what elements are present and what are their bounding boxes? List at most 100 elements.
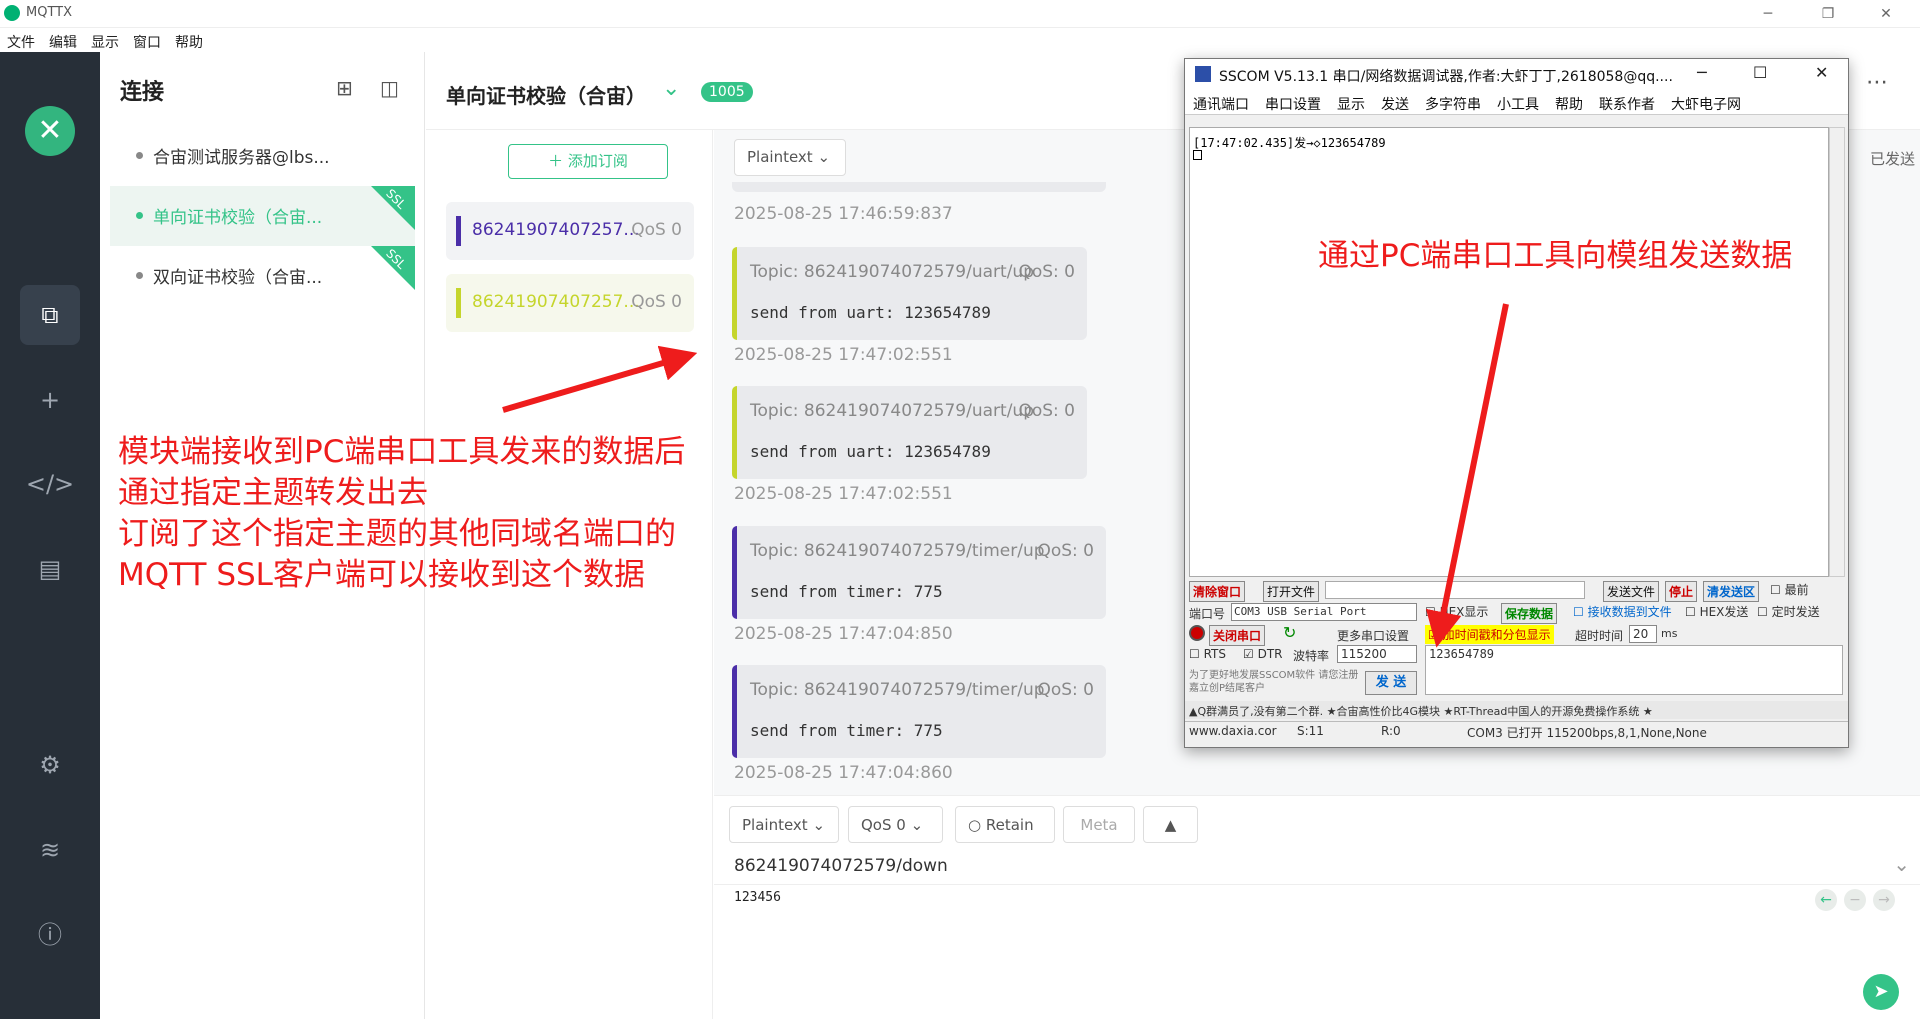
history-forward-icon[interactable]: → — [1873, 889, 1895, 911]
history-reset-icon[interactable]: − — [1844, 889, 1866, 911]
subscription-item[interactable]: 86241907407257... QoS 0 — [446, 274, 694, 332]
message-bubble[interactable]: Topic: 862419074072579/timer/up QoS: 0 s… — [732, 665, 1106, 758]
open-file-button[interactable]: 打开文件 — [1263, 581, 1320, 602]
publish-payload-input[interactable]: 123456 — [734, 890, 781, 905]
save-data-button[interactable]: 保存数据 — [1501, 603, 1558, 624]
more-options-icon[interactable]: ⋯ — [1866, 70, 1888, 95]
message-timestamp: 2025-08-25 17:47:02:551 — [734, 345, 953, 365]
new-window-icon[interactable]: ⊞ — [336, 76, 353, 100]
subscription-item[interactable]: 86241907407257... QoS 0 — [446, 202, 694, 260]
sscom-title-bar: SSCOM V5.13.1 串口/网络数据调试器,作者:大虾丁丁,2618058… — [1185, 59, 1848, 89]
sscom-minimize-button[interactable]: ─ — [1697, 63, 1707, 82]
connection-name: 合宙测试服务器@lbs... — [153, 148, 330, 168]
clear-window-button[interactable]: 清除窗口 — [1189, 581, 1246, 602]
publish-topic-input[interactable]: 862419074072579/down — [734, 856, 948, 876]
sscom-menu-item[interactable]: 大虾电子网 — [1663, 89, 1749, 119]
add-subscription-button[interactable]: ＋ 添加订阅 — [508, 144, 668, 179]
feed-icon[interactable]: ≋ — [20, 820, 80, 880]
subscription-color-bar — [456, 216, 461, 246]
sent-filter-label[interactable]: 已发送 — [1870, 148, 1915, 169]
timestamp-checkbox[interactable]: ☑ 加时间戳和分包显示 — [1425, 625, 1554, 644]
sscom-menu-item[interactable]: 联系作者 — [1591, 89, 1663, 119]
message-payload: send from uart: 123654789 — [750, 303, 991, 322]
sscom-send-button[interactable]: 发 送 — [1365, 671, 1417, 695]
sscom-receive-area[interactable]: [17:47:02.435]发→◇123654789 — [1189, 127, 1829, 577]
recv-to-file-checkbox[interactable]: ☐ 接收数据到文件 — [1573, 603, 1672, 620]
refresh-icon[interactable]: ↻ — [1283, 623, 1296, 642]
subscription-color-bar — [456, 288, 461, 318]
annotation-left-line: 通过指定主题转发出去 — [118, 475, 428, 511]
close-button[interactable]: ✕ — [1864, 2, 1908, 26]
timeout-input[interactable]: 20 — [1629, 625, 1657, 643]
collapse-chevron-icon[interactable]: ⌄ — [662, 76, 680, 101]
port-select[interactable]: COM3 USB Serial Port — [1231, 603, 1417, 621]
sscom-title: SSCOM V5.13.1 串口/网络数据调试器,作者:大虾丁丁,2618058… — [1219, 69, 1673, 85]
sscom-menu-item[interactable]: 显示 — [1329, 89, 1373, 119]
sscom-menu-item[interactable]: 小工具 — [1489, 89, 1547, 119]
log-icon[interactable]: ▤ — [20, 539, 80, 599]
new-connection-icon[interactable]: + — [20, 370, 80, 430]
topic-color-bar — [732, 665, 737, 758]
sscom-close-button[interactable]: ✕ — [1815, 63, 1828, 82]
restore-button[interactable]: ❐ — [1806, 2, 1850, 26]
format-select[interactable]: Plaintext ⌄ — [734, 139, 846, 176]
left-sidebar: ✕ ⧉ + </> ▤ ⚙ ≋ ⓘ — [0, 52, 100, 1019]
status-port: COM3 已打开 115200bps,8,1,None,None — [1467, 726, 1707, 740]
message-timestamp: 2025-08-25 17:47:04:850 — [734, 624, 953, 644]
minimize-button[interactable]: ─ — [1746, 2, 1790, 26]
hex-send-checkbox[interactable]: ☐ HEX发送 — [1685, 603, 1748, 620]
timestamp-label: 加时间戳和分包显示 — [1442, 628, 1551, 642]
expand-up-icon[interactable]: ▲ — [1143, 806, 1198, 843]
history-back-icon[interactable]: ← — [1815, 889, 1837, 911]
sscom-scrollbar[interactable] — [1829, 127, 1845, 577]
topic-history-chevron-icon[interactable]: ⌄ — [1893, 852, 1910, 876]
toggle-panel-icon[interactable]: ◫ — [380, 76, 399, 100]
message-bubble[interactable]: Topic: 862419074072579/timer/up QoS: 0 s… — [732, 526, 1106, 619]
send-icon[interactable]: ➤ — [1863, 974, 1899, 1010]
qos-select[interactable]: QoS 0 ⌄ — [848, 806, 943, 843]
message-bubble[interactable]: Topic: 862419074072579/uart/up QoS: 0 se… — [732, 247, 1087, 340]
sscom-menu-item[interactable]: 串口设置 — [1257, 89, 1329, 119]
cursor-box — [1193, 150, 1202, 160]
sscom-menu-item[interactable]: 通讯端口 — [1185, 89, 1257, 119]
title-bar: MQTTX ─ ❐ ✕ — [0, 0, 1920, 28]
message-bubble[interactable]: Topic: 862419074072579/uart/up QoS: 0 se… — [732, 386, 1087, 479]
timed-send-checkbox[interactable]: ☐ 定时发送 — [1757, 603, 1820, 620]
connection-item[interactable]: 合宙测试服务器@lbs... — [110, 126, 415, 186]
status-sent: S:11 — [1297, 724, 1324, 738]
topmost-checkbox[interactable]: ☐ 最前 — [1770, 581, 1809, 598]
more-settings-button[interactable]: 更多串口设置 — [1337, 627, 1409, 644]
send-input[interactable]: 123654789 — [1425, 645, 1843, 695]
stop-button[interactable]: 停止 — [1665, 581, 1698, 602]
sscom-menu-item[interactable]: 帮助 — [1547, 89, 1591, 119]
sscom-maximize-button[interactable]: ☐ — [1753, 63, 1767, 82]
sscom-menu-item[interactable]: 多字符串 — [1417, 89, 1489, 119]
ms-label: ms — [1661, 627, 1678, 640]
baud-select[interactable]: 115200 — [1337, 645, 1417, 663]
retain-toggle[interactable]: ○ Retain — [955, 806, 1055, 843]
payload-format-select[interactable]: Plaintext ⌄ — [729, 806, 839, 843]
connection-name: 双向证书校验（合宙... — [153, 268, 323, 288]
rts-checkbox[interactable]: ☐ RTS — [1189, 647, 1226, 661]
topic-color-bar — [732, 247, 737, 340]
connection-item-active[interactable]: 单向证书校验（合宙... SSL — [110, 186, 415, 246]
sscom-menu-item[interactable]: 发送 — [1373, 89, 1417, 119]
connection-item[interactable]: 双向证书校验（合宙... SSL — [110, 246, 415, 306]
message-qos: QoS: 0 — [1037, 680, 1094, 700]
settings-gear-icon[interactable]: ⚙ — [20, 735, 80, 795]
send-file-button[interactable]: 发送文件 — [1603, 581, 1660, 602]
dtr-checkbox[interactable]: ☑ DTR — [1243, 647, 1283, 661]
hex-display-checkbox[interactable]: ☐ HEX显示 — [1425, 603, 1488, 620]
file-path-input[interactable] — [1325, 581, 1585, 599]
script-icon[interactable]: </> — [20, 454, 80, 514]
annotation-left-line: 订阅了这个指定主题的其他同域名端口的 — [118, 516, 676, 552]
meta-button[interactable]: Meta — [1063, 806, 1135, 843]
connections-icon[interactable]: ⧉ — [20, 285, 80, 345]
close-port-button[interactable]: 关闭串口 — [1209, 625, 1266, 646]
status-received: R:0 — [1381, 724, 1401, 738]
rts-label: RTS — [1203, 647, 1226, 661]
about-info-icon[interactable]: ⓘ — [20, 905, 80, 965]
message-bubble-partial — [732, 182, 1106, 192]
clear-send-button[interactable]: 清发送区 — [1703, 581, 1760, 602]
status-dot — [136, 212, 143, 219]
